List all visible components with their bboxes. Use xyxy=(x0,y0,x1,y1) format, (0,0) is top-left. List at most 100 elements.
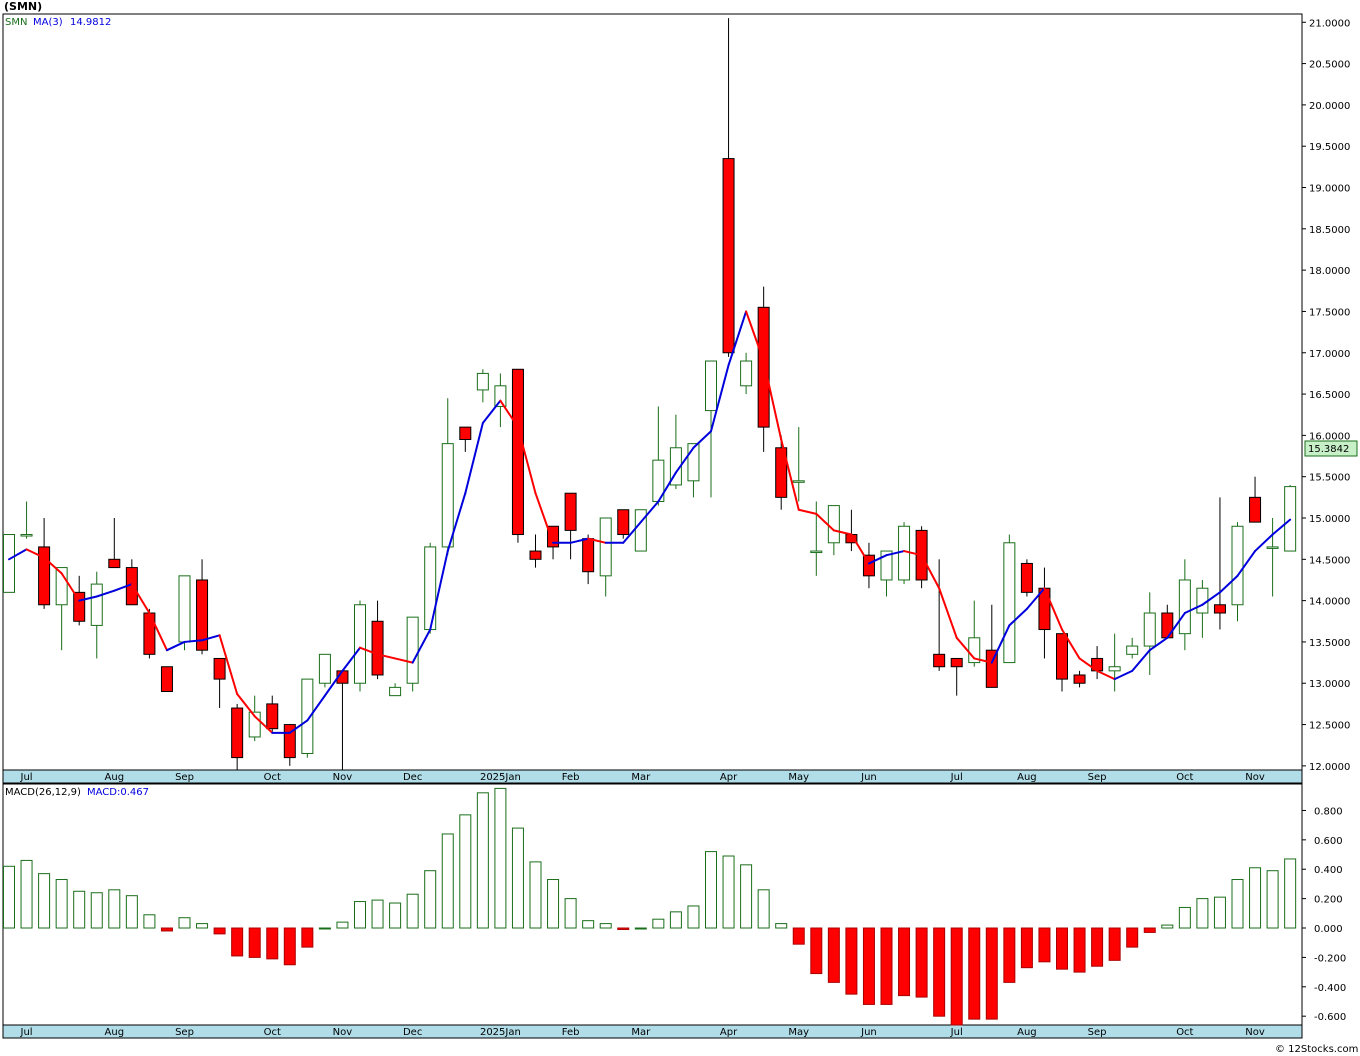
price-tick-label: 13.5000 xyxy=(1309,638,1350,649)
candle-body xyxy=(1038,587,1051,631)
macd-bar xyxy=(933,927,946,1017)
candle-body xyxy=(1231,525,1244,606)
candle-body xyxy=(1056,633,1068,680)
candle-body xyxy=(757,306,770,428)
macd-bar xyxy=(1038,927,1051,963)
price-pane-frame xyxy=(2,13,1303,771)
macd-bar xyxy=(248,927,261,958)
candle-body xyxy=(933,653,946,668)
macd-bar xyxy=(441,833,454,929)
macd-bar xyxy=(1091,927,1104,967)
macd-bar xyxy=(354,901,366,929)
month-label: Sep xyxy=(1088,772,1107,783)
month-label: Jun xyxy=(860,772,877,783)
candle-body xyxy=(1143,612,1156,647)
chart-title: (SMN) xyxy=(4,0,42,13)
macd-bar xyxy=(652,918,665,929)
legend-ma-value: 14.9812 xyxy=(70,17,111,28)
macd-bar xyxy=(108,889,121,929)
candle-body xyxy=(231,707,244,759)
month-label: Feb xyxy=(562,772,580,783)
candle-body xyxy=(1249,496,1262,523)
macd-bar xyxy=(371,899,384,929)
candle-body xyxy=(476,372,489,391)
month-label: Oct xyxy=(264,1027,281,1038)
price-tick-label: 14.0000 xyxy=(1309,597,1350,608)
y-axis-labels: 12.0000 12.5000 13.0000 13.5000 14.0000 14.50… xyxy=(1309,18,1350,1023)
candle-body xyxy=(441,443,454,548)
macd-bar xyxy=(424,870,437,929)
macd-bar xyxy=(1108,927,1121,961)
macd-bar xyxy=(73,890,86,929)
macd-tick-label: -0.400 xyxy=(1314,983,1346,994)
month-label: Jul xyxy=(20,1027,33,1038)
month-label: Nov xyxy=(333,1027,353,1038)
macd-bar xyxy=(564,898,577,929)
month-label: Mar xyxy=(631,772,651,783)
price-tick-label: 17.5000 xyxy=(1309,307,1350,318)
candle-body xyxy=(1020,562,1033,593)
macd-bar xyxy=(3,865,15,929)
macd-bar xyxy=(827,927,840,983)
candle-body xyxy=(160,666,173,693)
macd-bar xyxy=(266,927,279,960)
macd-legend: MACD(26,12,9) xyxy=(5,787,81,798)
price-tick-label: 20.5000 xyxy=(1309,60,1350,71)
macd-tick-label: 0.800 xyxy=(1314,806,1343,817)
candle-body xyxy=(73,591,86,622)
candle-body xyxy=(406,616,419,684)
macd-bar xyxy=(722,855,735,929)
candle-body xyxy=(494,385,507,407)
month-label: May xyxy=(788,772,809,783)
macd-bar xyxy=(705,851,717,929)
price-tick-label: 18.0000 xyxy=(1309,266,1350,277)
month-label: Sep xyxy=(175,772,194,783)
footer-credit: © 12Stocks.com xyxy=(1275,1044,1358,1055)
macd-bar xyxy=(740,864,753,929)
candle-body xyxy=(1073,674,1086,684)
macd-tick-label: 0.200 xyxy=(1314,895,1343,906)
axes xyxy=(2,13,1306,1039)
price-tick-label: 12.5000 xyxy=(1309,721,1350,732)
candle-body xyxy=(1178,579,1191,635)
macd-bar xyxy=(494,787,507,929)
macd-tick-label: -0.200 xyxy=(1314,953,1346,964)
month-label: Jun xyxy=(860,1027,877,1038)
candle-body xyxy=(1266,546,1279,549)
macd-bar xyxy=(1213,896,1226,929)
month-label: Sep xyxy=(175,1027,194,1038)
candle-body xyxy=(740,360,753,387)
macd-bar xyxy=(1249,867,1262,929)
macd-bar xyxy=(1231,879,1244,929)
macd-bar xyxy=(20,859,33,929)
candle-body xyxy=(371,620,384,676)
macd-bar xyxy=(459,814,472,929)
candle-body xyxy=(634,509,647,552)
month-label: Aug xyxy=(1017,1027,1037,1038)
macd-bar xyxy=(950,927,963,1026)
month-label: Oct xyxy=(1176,1027,1193,1038)
price-tick-label: 16.5000 xyxy=(1309,390,1350,401)
macd-bar xyxy=(529,861,542,929)
macd-bar xyxy=(406,893,419,929)
candle-body xyxy=(511,368,524,536)
candle-body xyxy=(1126,645,1139,655)
macd-bar xyxy=(775,923,788,929)
macd-bar xyxy=(476,792,489,929)
macd-bar xyxy=(810,927,823,975)
month-label: Jul xyxy=(950,772,963,783)
price-date-strip xyxy=(2,769,1303,784)
month-label: 2025Jan xyxy=(480,1027,521,1038)
macd-bar xyxy=(196,923,209,929)
candle-body xyxy=(459,426,472,441)
month-label: May xyxy=(788,1027,809,1038)
candle-body xyxy=(1108,666,1121,672)
macd-bar xyxy=(231,927,244,957)
month-label: Aug xyxy=(1017,772,1037,783)
candle-body xyxy=(599,517,612,577)
macd-bar xyxy=(1020,927,1033,969)
macd-bar xyxy=(582,920,595,929)
macd-tick-label: -0.600 xyxy=(1314,1012,1346,1023)
macd-bar xyxy=(389,902,402,929)
macd-bar xyxy=(915,927,928,998)
